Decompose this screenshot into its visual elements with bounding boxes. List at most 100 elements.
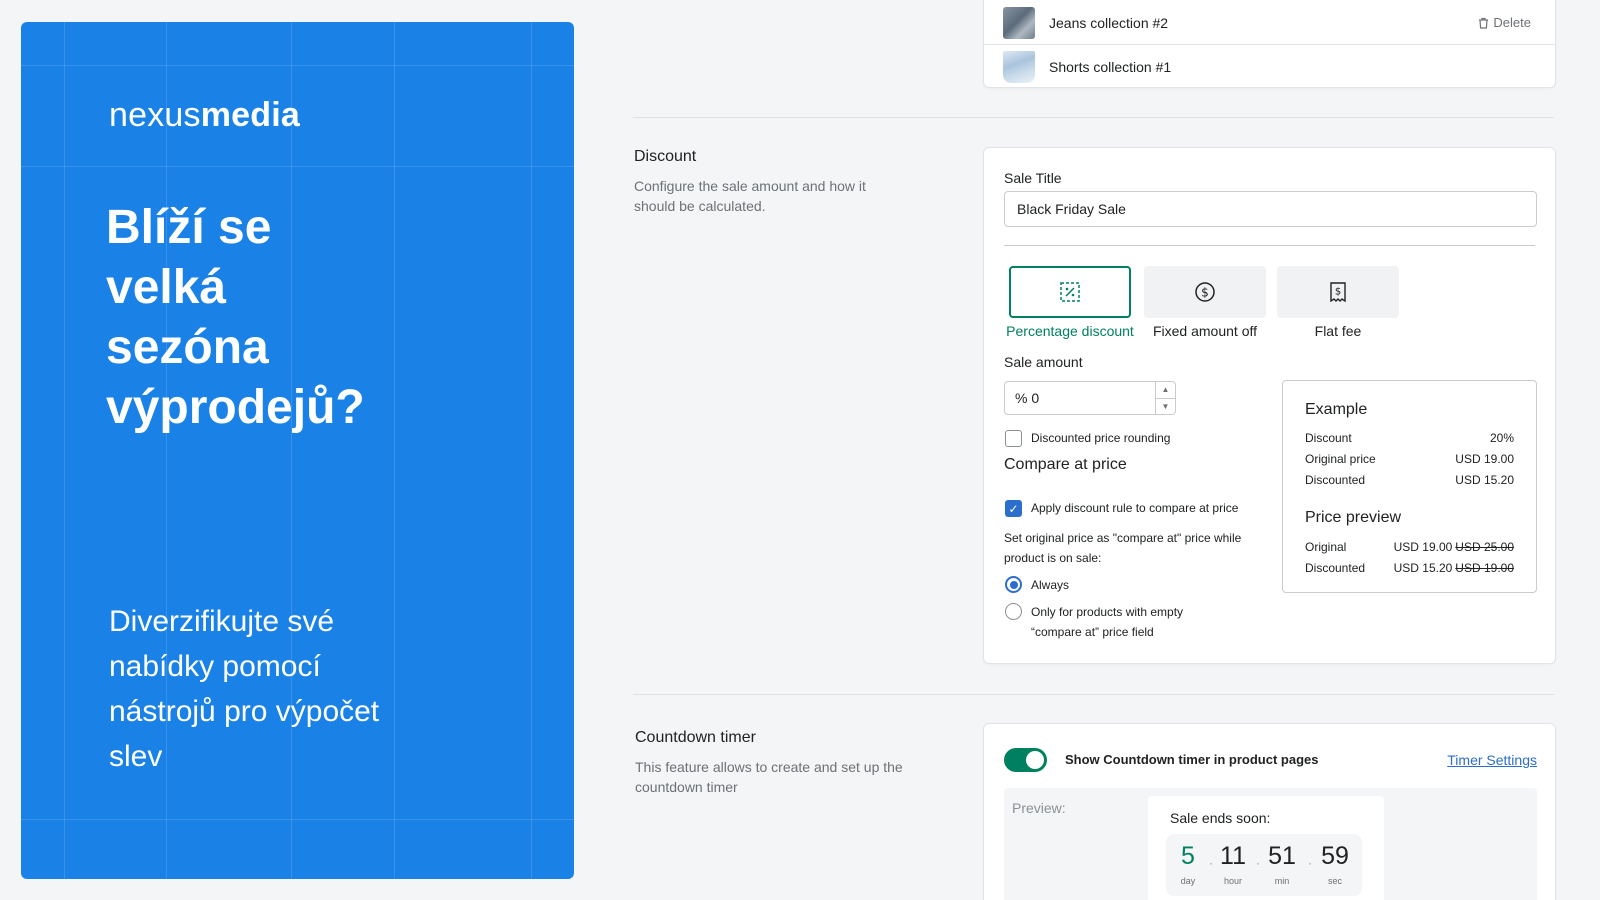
timer-seconds-value: 59 — [1321, 842, 1349, 870]
countdown-section-description: This feature allows to create and set up… — [635, 759, 903, 795]
preview-row: Discounted USD 15.20 USD 19.00 — [1305, 561, 1514, 575]
subline-line: nástrojů pro výpočet — [109, 695, 380, 728]
discount-section-title: Discount — [634, 148, 697, 165]
empty-compare-radio-label: Only for products with empty “compare at… — [1031, 605, 1184, 639]
sale-amount-value: % 0 — [1015, 390, 1040, 406]
example-row: Original price USD 19.00 — [1305, 452, 1514, 466]
subline-line: Diverzifikujte své — [109, 605, 335, 638]
always-radio[interactable] — [1005, 576, 1022, 593]
countdown-toggle-label: Show Countdown timer in product pages — [1065, 752, 1319, 767]
guide-line — [64, 22, 65, 879]
timer-settings-link[interactable]: Timer Settings — [1447, 752, 1537, 768]
always-radio-label: Always — [1031, 578, 1070, 592]
guide-line — [21, 819, 574, 820]
collection-row[interactable]: Shorts collection #1 — [984, 45, 1555, 89]
logo-bold-text: media — [200, 96, 300, 134]
empty-compare-radio[interactable] — [1005, 603, 1022, 620]
sale-title-label: Sale Title — [1004, 170, 1062, 186]
example-label: Discounted — [1305, 473, 1366, 487]
rounding-label: Discounted price rounding — [1031, 431, 1171, 445]
subline-line: slev — [109, 740, 163, 773]
timer-separator: · — [1308, 856, 1312, 870]
delete-label: Delete — [1493, 15, 1531, 30]
discount-section-description: Configure the sale amount and how it sho… — [634, 178, 866, 214]
preview-strike-value: USD 25.00 — [1455, 540, 1514, 554]
collection-name: Jeans collection #2 — [1049, 14, 1169, 31]
percentage-discount-option[interactable] — [1009, 266, 1131, 318]
section-divider — [633, 694, 1554, 695]
svg-text:$: $ — [1201, 286, 1209, 300]
apply-rule-label: Apply discount rule to compare at price — [1031, 501, 1239, 515]
countdown-section-title: Countdown timer — [635, 729, 756, 746]
collections-card: Jeans collection #2 Delete Shorts collec… — [983, 0, 1556, 88]
delete-button[interactable]: Delete — [1478, 15, 1531, 30]
nexusmedia-logo: nexusmedia — [109, 96, 300, 135]
flat-fee-option[interactable]: $ — [1277, 266, 1399, 318]
dollar-circle-icon: $ — [1195, 282, 1215, 302]
example-value: USD 19.00 — [1455, 452, 1514, 466]
preview-value: USD 19.00 — [1393, 540, 1453, 554]
svg-text:$: $ — [1335, 287, 1341, 298]
headline-line: velká — [106, 261, 227, 314]
fixed-amount-option[interactable]: $ — [1144, 266, 1266, 318]
sale-title-value: Black Friday Sale — [1017, 201, 1126, 217]
example-label: Discount — [1305, 431, 1352, 445]
stepper-down-icon[interactable]: ▼ — [1156, 399, 1175, 415]
price-preview-title: Price preview — [1305, 509, 1402, 526]
compare-help-text: Set original price as "compare at" price… — [1004, 531, 1242, 565]
section-divider — [633, 117, 1554, 118]
stepper-arrows: ▲ ▼ — [1155, 382, 1175, 414]
countdown-card: Show Countdown timer in product pages Ti… — [983, 723, 1556, 900]
discount-card: Sale Title Black Friday Sale $ $ Percent… — [983, 147, 1556, 664]
trash-icon — [1479, 17, 1489, 29]
stepper-up-icon[interactable]: ▲ — [1156, 382, 1175, 399]
field-divider — [1004, 245, 1535, 246]
subline-line: nabídky pomocí — [109, 650, 321, 683]
sale-amount-stepper[interactable]: % 0 ▲ ▼ — [1004, 381, 1176, 415]
jeans-image — [1003, 6, 1035, 39]
example-title: Example — [1305, 401, 1368, 418]
preview-label: Discounted — [1305, 561, 1366, 575]
promo-subline: Diverzifikujte své nabídky pomocí nástro… — [109, 599, 469, 779]
apply-rule-checkbox[interactable]: ✓ — [1005, 500, 1022, 517]
compare-at-heading: Compare at price — [1004, 456, 1127, 473]
collection-row[interactable]: Jeans collection #2 Delete — [984, 1, 1555, 45]
countdown-toggle[interactable] — [1004, 748, 1047, 772]
example-row: Discounted USD 15.20 — [1305, 473, 1514, 487]
percentage-discount-label: Percentage discount — [1006, 323, 1134, 339]
fixed-amount-label: Fixed amount off — [1152, 323, 1258, 339]
timer-seconds-unit: sec — [1327, 876, 1342, 886]
sale-amount-label: Sale amount — [1004, 354, 1083, 370]
preview-label: Original — [1305, 540, 1347, 554]
guide-line — [531, 22, 532, 879]
timer-minutes-unit: min — [1274, 876, 1290, 886]
flat-fee-label: Flat fee — [1314, 323, 1362, 339]
timer-days-unit: day — [1180, 876, 1196, 886]
guide-line — [21, 65, 574, 66]
sale-ends-label: Sale ends soon: — [1170, 810, 1271, 826]
preview-row: Original USD 19.00 USD 25.00 — [1305, 540, 1514, 554]
headline-line: sezóna — [106, 321, 269, 374]
promo-panel: nexusmedia Blíží se velká sezóna výprode… — [21, 22, 574, 879]
rounding-checkbox[interactable] — [1005, 430, 1022, 447]
shorts-image — [1003, 51, 1035, 83]
percent-icon — [1060, 282, 1080, 302]
timer-preview-area: Preview: Sale ends soon: 5 day · 11 hour… — [1004, 788, 1537, 900]
preview-strike-value: USD 19.00 — [1455, 561, 1514, 575]
example-value: 20% — [1489, 431, 1514, 445]
headline-line: výprodejů? — [106, 381, 365, 434]
timer-widget: Sale ends soon: 5 day · 11 hour · 51 min… — [1148, 796, 1384, 900]
headline-line: Blíží se — [106, 201, 272, 254]
timer-hours-value: 11 — [1220, 842, 1246, 870]
collection-name: Shorts collection #1 — [1049, 59, 1172, 75]
sale-title-input[interactable]: Black Friday Sale — [1004, 191, 1537, 227]
timer-minutes-value: 51 — [1268, 842, 1296, 870]
example-label: Original price — [1305, 452, 1376, 466]
guide-line — [21, 166, 574, 167]
timer-separator: · — [1256, 856, 1260, 870]
example-value: USD 15.20 — [1455, 473, 1514, 487]
dollar-tag-icon: $ — [1330, 282, 1346, 303]
logo-light-text: nexus — [109, 96, 201, 134]
promo-headline: Blíží se velká sezóna výprodejů? — [106, 198, 466, 438]
preview-value: USD 15.20 — [1393, 561, 1453, 575]
